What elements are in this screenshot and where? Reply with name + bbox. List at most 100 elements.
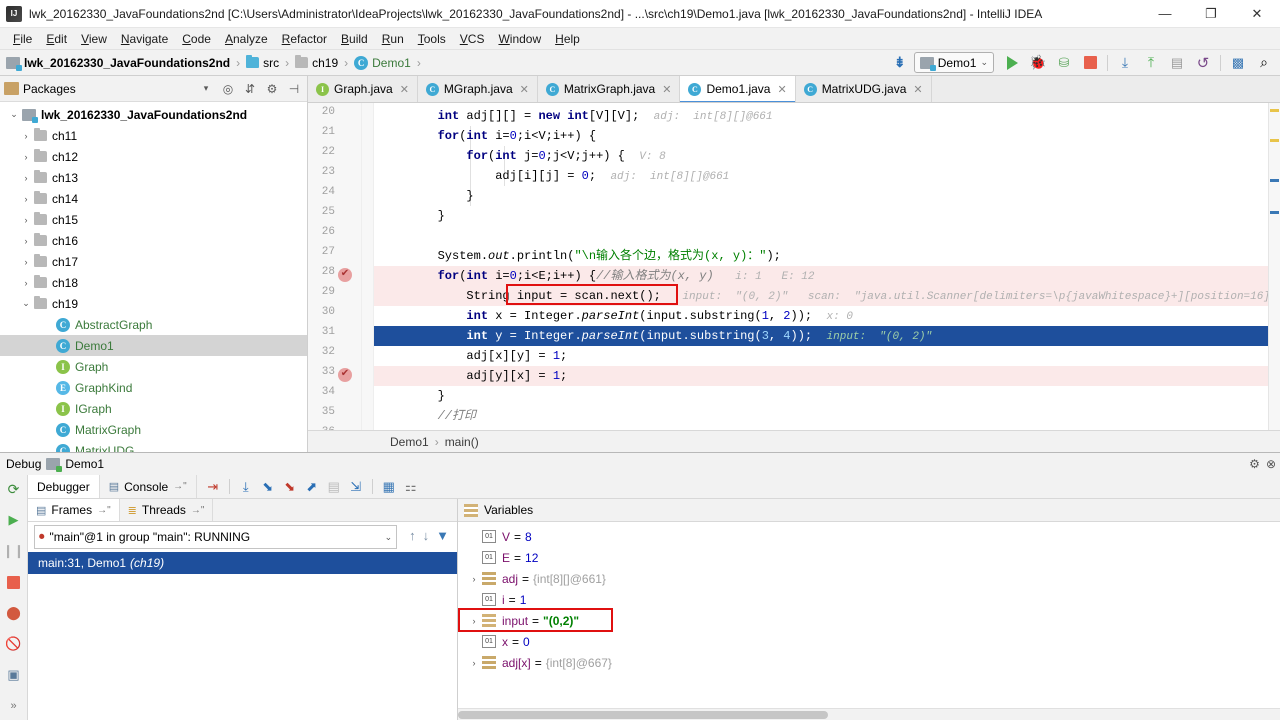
variable-row-i[interactable]: 01 i = 1 [458,589,1280,610]
run-to-cursor-icon[interactable]: ⇲ [346,477,366,497]
tree-item-igraph[interactable]: ›I IGraph [0,398,307,419]
code-editor[interactable]: 20 21 22 23 24 25 26 27 28 29 30 31 32 33 34 35 36 ✔ ✔ int… [308,103,1280,430]
breadcrumb-item-ch19[interactable]: ch19 [293,55,340,70]
breadcrumb-item-lwk-20162330-javafoundations2nd[interactable]: lwk_20162330_JavaFoundations2nd [4,56,232,71]
debug-config-label[interactable]: Demo1 [65,457,104,471]
move-up-icon[interactable]: ↑ [409,528,416,543]
tree-expand-arrow[interactable]: › [40,404,56,414]
breadcrumb-item-src[interactable]: src [244,55,281,70]
code-line-28[interactable]: for(int i=0;i<E;i++) {//输入格式为(x, y) i: 1… [374,266,1268,286]
tab-debugger[interactable]: Debugger [28,475,100,498]
stop-button[interactable] [1078,52,1102,74]
tree-expand-arrow[interactable]: › [40,383,56,393]
tree-item-ch19[interactable]: ⌄ ch19 [0,293,307,314]
settings-icon[interactable]: ▩ [1226,52,1250,74]
rerun-icon[interactable]: ⟳ [4,479,24,499]
close-icon[interactable]: ✕ [520,83,529,96]
variables-list[interactable]: 01 V = 8 01 E = 12 › adj = {int[8][]@661} 01 i = 1 › inpu… [458,522,1280,708]
menu-item-window[interactable]: Window [491,30,548,48]
tree-item-ch15[interactable]: › ch15 [0,209,307,230]
subtab-threads[interactable]: ≣ Threads →" [120,499,214,521]
frame-row[interactable]: main:31, Demo1 (ch19) [28,552,457,574]
download-updates-icon[interactable]: ⇟ [888,52,912,74]
maximize-icon[interactable]: ❐ [1188,0,1234,28]
tree-item-ch13[interactable]: › ch13 [0,167,307,188]
code-line-36[interactable]: for(int i=0;i<V;i++) { [374,426,1268,430]
menu-item-analyze[interactable]: Analyze [218,30,275,48]
variable-expand-arrow[interactable]: › [466,574,482,584]
variable-row-adj-x-[interactable]: › adj[x] = {int[8]@667} [458,652,1280,673]
scrollbar-thumb[interactable] [458,711,828,719]
variables-horizontal-scrollbar[interactable] [458,708,1280,720]
tree-item-ch18[interactable]: › ch18 [0,272,307,293]
frames-pin-icon[interactable]: →" [97,505,111,516]
chevron-down-icon[interactable]: ▾ [197,80,215,98]
menu-item-edit[interactable]: Edit [39,30,74,48]
tree-item-ch14[interactable]: › ch14 [0,188,307,209]
menu-item-navigate[interactable]: Navigate [114,30,175,48]
code-lines[interactable]: int adj[][] = new int[V][V]; adj: int[8]… [374,103,1268,430]
move-down-icon[interactable]: ↓ [423,528,430,543]
error-stripe-gutter[interactable] [1268,103,1280,430]
force-step-into-icon[interactable]: ⬊ [280,477,300,497]
code-line-35[interactable]: //打印 [374,406,1268,426]
editor-tab-demo1-java[interactable]: C Demo1.java ✕ [680,76,796,102]
evaluate-expression-icon[interactable]: ▦ [379,477,399,497]
menu-item-code[interactable]: Code [175,30,218,48]
variable-row-V[interactable]: 01 V = 8 [458,526,1280,547]
collapse-all-icon[interactable]: ⇵ [241,80,259,98]
variable-expand-arrow[interactable]: › [466,658,482,668]
tree-expand-arrow[interactable]: › [18,152,34,162]
locate-icon[interactable]: ◎ [219,80,237,98]
tree-item-matrixgraph[interactable]: ›C MatrixGraph [0,419,307,440]
view-breakpoints-icon[interactable]: ⬤ [4,603,24,623]
pause-program-icon[interactable]: ❙❙ [3,541,25,561]
filter-icon[interactable]: ▼ [436,528,449,543]
threads-pin-icon[interactable]: →" [191,505,205,516]
close-icon[interactable]: ✕ [662,83,671,96]
tree-expand-arrow[interactable]: ⌄ [6,109,22,120]
menu-item-refactor[interactable]: Refactor [275,30,334,48]
tree-expand-arrow[interactable]: › [40,320,56,330]
gear-icon[interactable]: ⚙ [263,80,281,98]
code-line-32[interactable]: adj[x][y] = 1; [374,346,1268,366]
tree-item-ch11[interactable]: › ch11 [0,125,307,146]
menu-item-tools[interactable]: Tools [411,30,453,48]
tree-expand-arrow[interactable]: ⌄ [18,298,34,309]
tree-expand-arrow[interactable]: › [18,173,34,183]
code-line-24[interactable]: } [374,186,1268,206]
vcs-history-icon[interactable]: ▤ [1165,52,1189,74]
variable-row-E[interactable]: 01 E = 12 [458,547,1280,568]
layout-settings-icon[interactable]: ⚏ [401,477,421,497]
project-view-label[interactable]: Packages [23,82,193,96]
code-line-30[interactable]: int x = Integer.parseInt(input.substring… [374,306,1268,326]
breakpoint-icon-line-33[interactable]: ✔ [338,368,352,382]
step-over-icon[interactable]: ⤓ [236,477,256,497]
editor-gutter[interactable]: 20 21 22 23 24 25 26 27 28 29 30 31 32 33 34 35 36 ✔ ✔ [308,103,362,430]
tree-expand-arrow[interactable]: › [18,194,34,204]
stop-icon[interactable] [4,572,24,592]
minimize-icon[interactable]: — [1142,0,1188,28]
menu-item-run[interactable]: Run [375,30,411,48]
menu-item-vcs[interactable]: VCS [453,30,492,48]
code-line-34[interactable]: } [374,386,1268,406]
menu-item-build[interactable]: Build [334,30,375,48]
tree-item-demo1[interactable]: ›C Demo1 [0,335,307,356]
code-line-25[interactable]: } [374,206,1268,226]
subtab-frames[interactable]: ▤ Frames →" [28,499,120,521]
debug-button[interactable]: 🐞 [1026,52,1050,74]
close-icon[interactable]: ✕ [913,83,922,96]
search-everywhere-icon[interactable]: ⌕ [1252,52,1276,74]
editor-tab-mgraph-java[interactable]: C MGraph.java ✕ [417,76,538,102]
close-icon[interactable]: ✕ [1234,0,1280,28]
tree-item-ch12[interactable]: › ch12 [0,146,307,167]
tree-item-graphkind[interactable]: ›E GraphKind [0,377,307,398]
code-line-23[interactable]: adj[i][j] = 0; adj: int[8][]@661 [374,166,1268,186]
vcs-update-icon[interactable]: ⤓ [1113,52,1137,74]
tree-item-matrixudg[interactable]: ›C MatrixUDG [0,440,307,452]
mute-breakpoints-icon[interactable]: 🚫 [4,634,24,654]
console-pin-icon[interactable]: →" [173,481,187,492]
tree-expand-arrow[interactable]: › [18,131,34,141]
variable-row-adj[interactable]: › adj = {int[8][]@661} [458,568,1280,589]
hide-panel-icon[interactable]: ⊣ [285,80,303,98]
